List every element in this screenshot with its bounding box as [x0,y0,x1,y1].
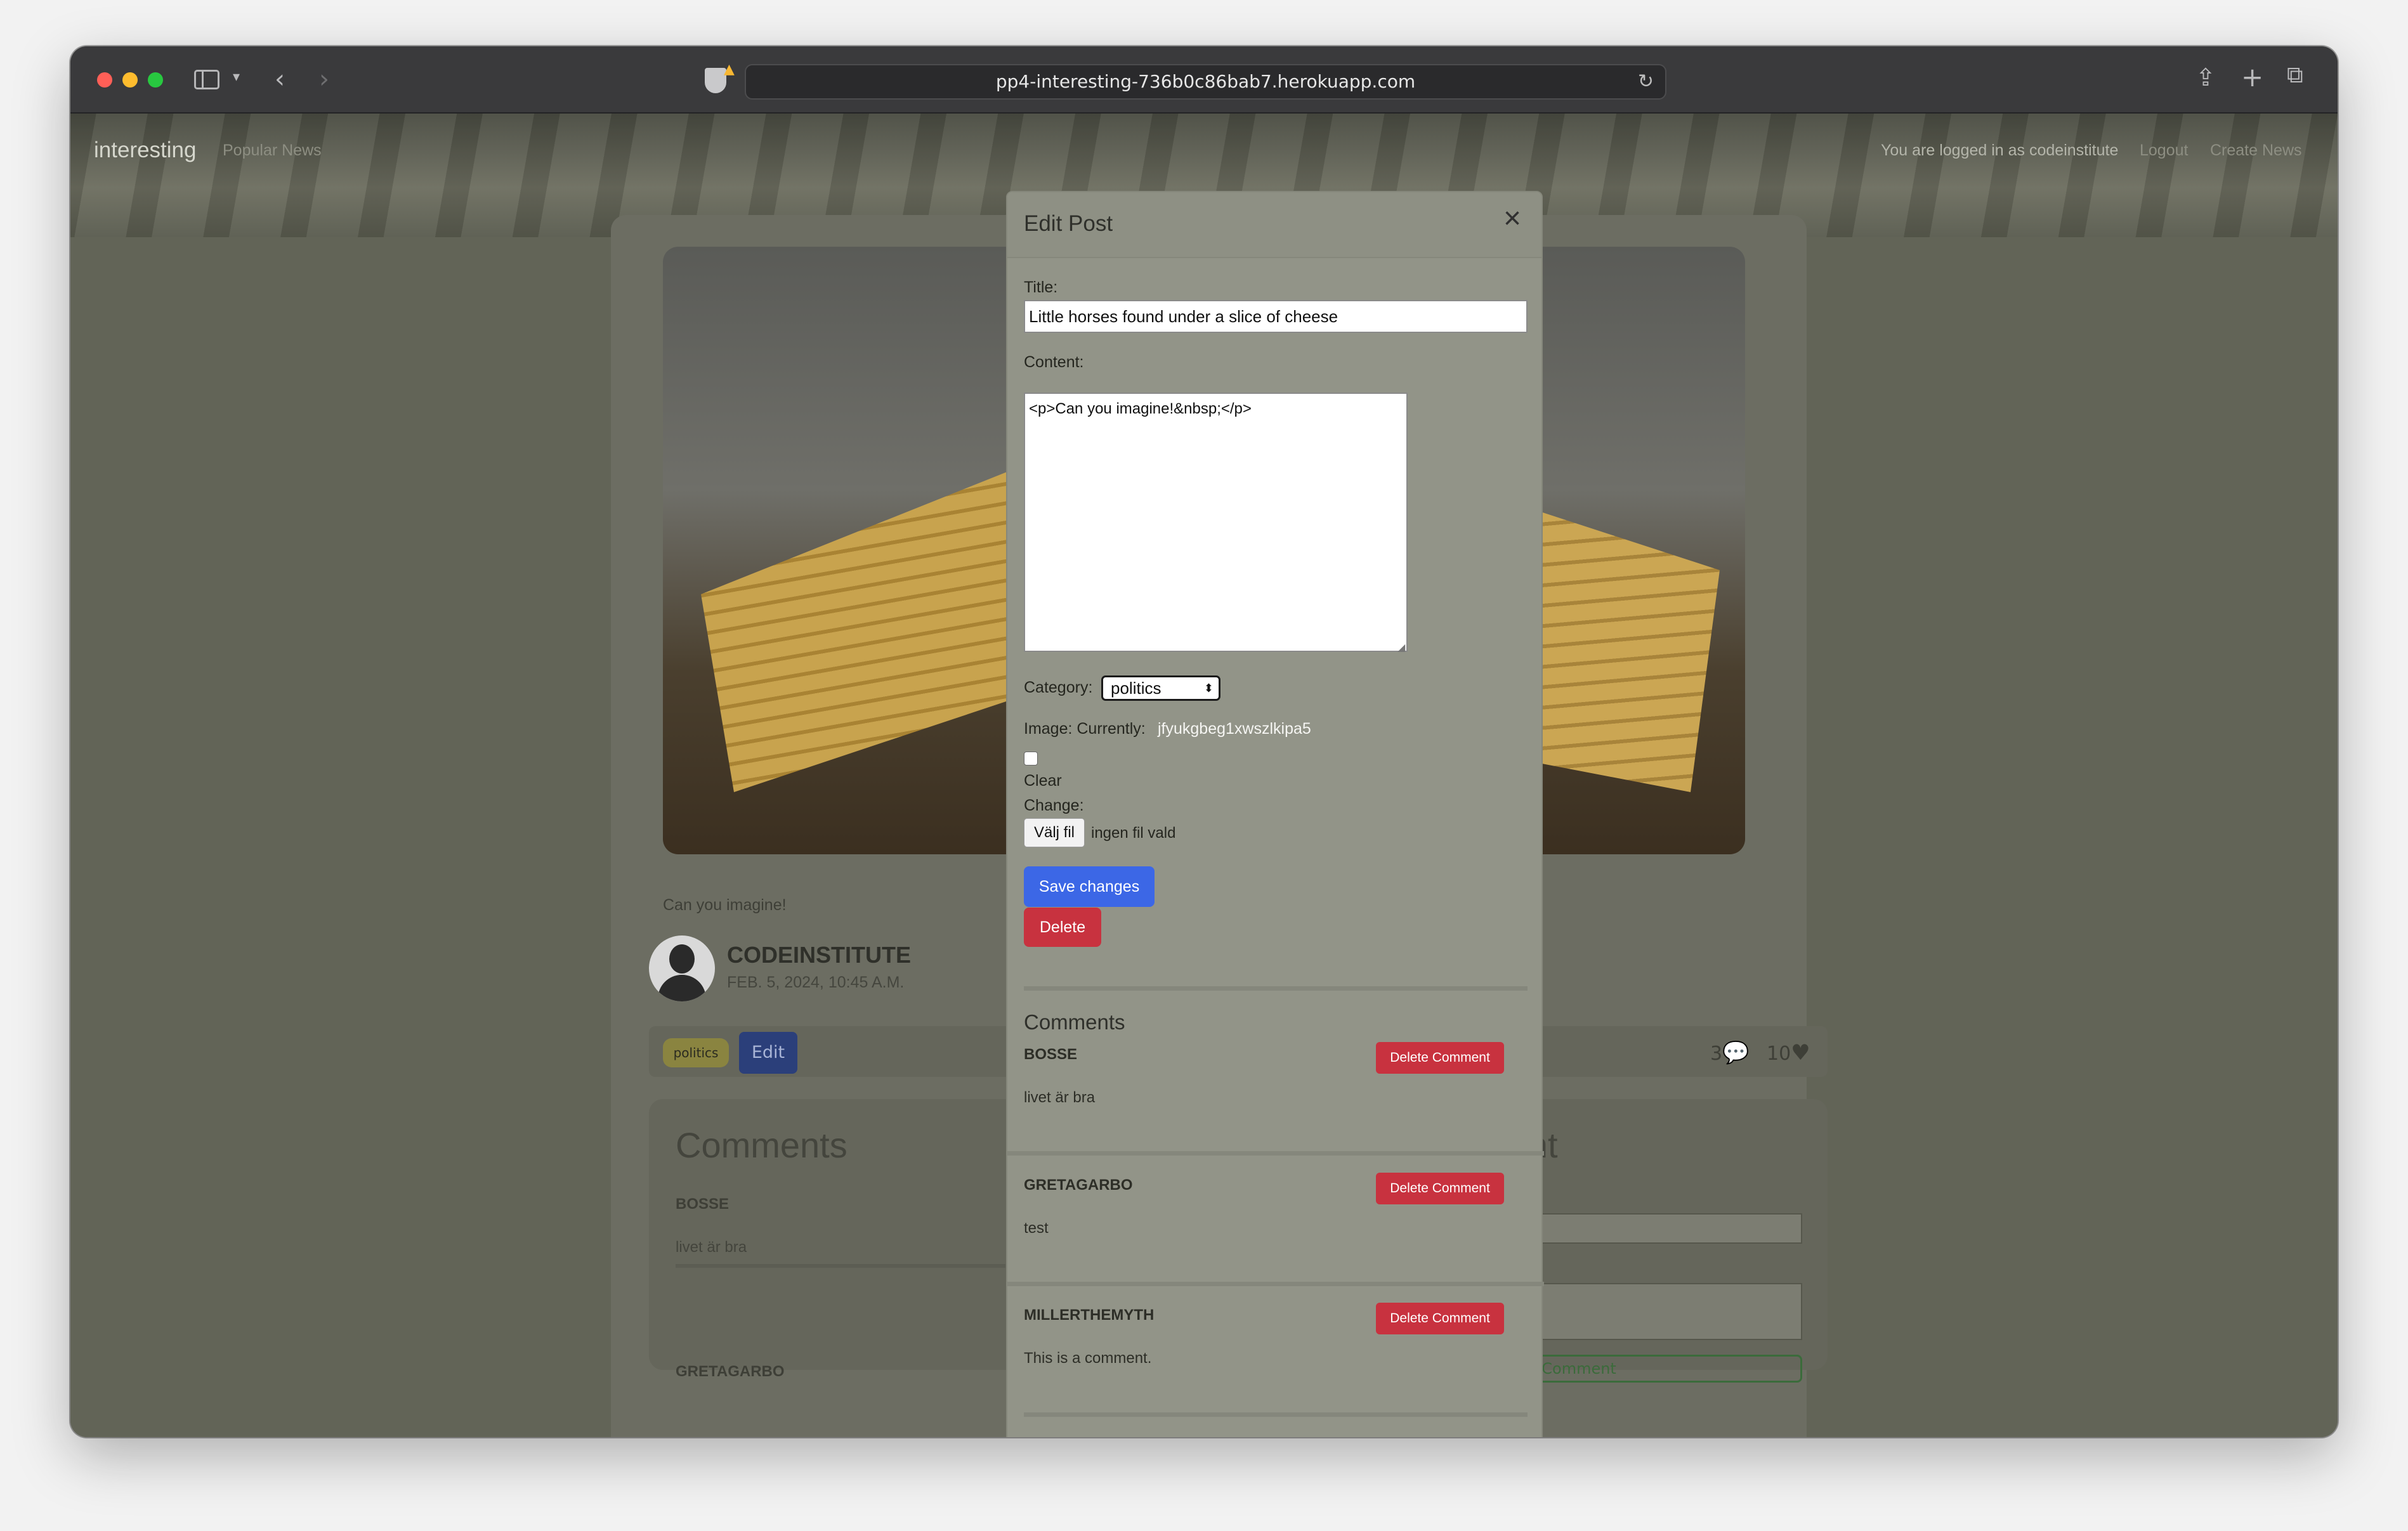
post-date: FEB. 5, 2024, 10:45 A.M. [727,974,905,991]
comments-heading: Comments [676,1125,847,1165]
edit-post-button[interactable]: Edit [739,1032,797,1074]
like-count: 10 [1766,1043,1791,1065]
comment-divider [676,1264,1005,1268]
avatar [649,935,715,1001]
category-select-value: politics [1111,679,1161,698]
title-label: Title: [1024,278,1058,296]
title-input[interactable]: Little horses found under a slice of che… [1024,300,1528,333]
comment-text: This is a comment. [1024,1350,1152,1367]
comment-author: GRETAGARBO [676,1363,785,1380]
sidebar-icon[interactable] [194,70,219,89]
comment-divider [1007,1151,1544,1156]
delete-comment-button[interactable]: Delete Comment [1376,1303,1504,1334]
reload-icon[interactable]: ↻ [1638,65,1654,98]
comment-author: BOSSE [1024,1046,1078,1063]
comment-text: test [1024,1220,1049,1237]
category-tag[interactable]: politics [663,1038,729,1067]
logged-in-status: You are logged in as codeinstitute [1881,141,2119,159]
share-icon[interactable]: ⇪ [2195,65,2216,89]
browser-window: ▾ ‹ › ▲ pp4-interesting-736b0c86bab7.her… [70,46,2338,1437]
tabs-overview-icon[interactable]: ⧉ [2287,64,2303,87]
browser-toolbar: ▾ ‹ › ▲ pp4-interesting-736b0c86bab7.her… [70,46,2338,114]
comment-text: livet är bra [676,1239,747,1256]
modal-comments-heading: Comments [1024,1010,1125,1034]
comment-author: GRETAGARBO [1024,1176,1133,1194]
comment-divider [1024,1412,1528,1417]
current-image-link[interactable]: jfyukgbeg1xwszlkipa5 [1158,720,1311,738]
category-label: Category: [1024,679,1093,696]
image-current-label: Image: Currently: [1024,720,1146,738]
close-icon[interactable]: × [1500,204,1525,234]
address-bar[interactable]: pp4-interesting-736b0c86bab7.herokuapp.c… [745,64,1666,100]
select-arrows-icon: ⬍ [1203,682,1214,694]
clear-label: Clear [1024,772,1062,790]
file-status: ingen fil vald [1091,824,1176,842]
nav-popular-news[interactable]: Popular News [223,141,322,160]
navbar-brand[interactable]: interesting [94,138,196,163]
zoom-window-button[interactable] [148,72,163,88]
clear-image-checkbox[interactable] [1024,752,1038,766]
comment-bubble-icon: 💬 [1722,1040,1750,1065]
back-arrow-icon[interactable]: ‹ [275,67,285,92]
delete-post-button[interactable]: Delete [1024,908,1101,947]
change-label: Change: [1024,797,1084,814]
resize-handle-icon[interactable]: ◢ [1397,641,1405,654]
modal-header: Edit Post × [1007,192,1541,258]
save-changes-button[interactable]: Save changes [1024,866,1155,907]
comment-author: MILLERTHEMYTH [1024,1306,1155,1324]
comment-count: 3 [1710,1043,1723,1065]
warning-badge-icon: ▲ [724,62,735,77]
url-text: pp4-interesting-736b0c86bab7.herokuapp.c… [995,71,1416,92]
forward-arrow-icon[interactable]: › [319,67,329,92]
nav-create-news[interactable]: Create News [2210,141,2302,160]
post-counts: 3💬 10♥ [1710,1040,1810,1065]
delete-comment-button[interactable]: Delete Comment [1376,1042,1504,1074]
comment-divider [1007,1282,1544,1286]
edit-post-modal: Edit Post × Title: Little horses found u… [1006,191,1544,1437]
close-window-button[interactable] [97,72,112,88]
section-divider [1024,986,1528,991]
minimize-window-button[interactable] [122,72,138,88]
chevron-down-icon[interactable]: ▾ [233,70,240,84]
modal-title: Edit Post [1024,211,1113,236]
heart-icon[interactable]: ♥ [1791,1040,1810,1065]
category-select[interactable]: politics ⬍ [1101,675,1220,701]
comment-author: BOSSE [676,1195,730,1213]
shield-icon[interactable] [705,68,726,93]
new-tab-plus-icon[interactable]: + [2241,64,2263,91]
nav-logout[interactable]: Logout [2140,141,2188,160]
cheese-stack-left [701,462,1031,792]
delete-comment-button[interactable]: Delete Comment [1376,1173,1504,1204]
content-textarea[interactable]: <p>Can you imagine!&nbsp;</p> [1024,393,1408,652]
author-name: CODEINSTITUTE [727,942,912,968]
comment-text: livet är bra [1024,1089,1096,1106]
post-excerpt: Can you imagine! [663,896,787,914]
choose-file-button[interactable]: Välj fil [1024,818,1085,847]
content-label: Content: [1024,353,1084,371]
